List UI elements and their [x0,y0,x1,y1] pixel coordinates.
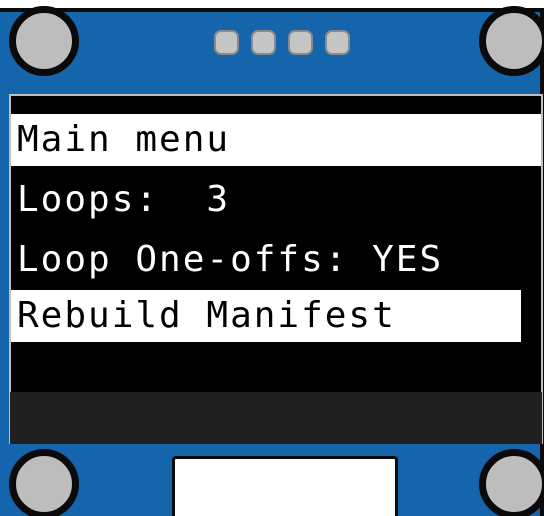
mounting-hole-bottom-right [479,449,544,516]
ribbon-connector [172,456,398,516]
oled-module-photo: Main menu Loops: 3 Loop One-offs: YES Re… [0,0,544,516]
menu-item-rebuild-manifest[interactable]: Rebuild Manifest [11,290,521,342]
mounting-hole-top-right [479,6,544,76]
menu-title: Main menu [11,114,541,166]
header-pins [214,30,350,55]
header-pin [214,30,239,55]
header-pin [251,30,276,55]
menu-item-loops[interactable]: Loops: 3 [11,174,541,226]
menu-item-loop-one-offs[interactable]: Loop One-offs: YES [11,234,541,286]
mounting-hole-bottom-left [9,449,79,516]
oled-glass-edge [10,392,542,444]
header-pin [288,30,313,55]
header-pin [325,30,350,55]
oled-menu: Main menu Loops: 3 Loop One-offs: YES Re… [11,106,541,390]
mounting-hole-top-left [9,6,79,76]
